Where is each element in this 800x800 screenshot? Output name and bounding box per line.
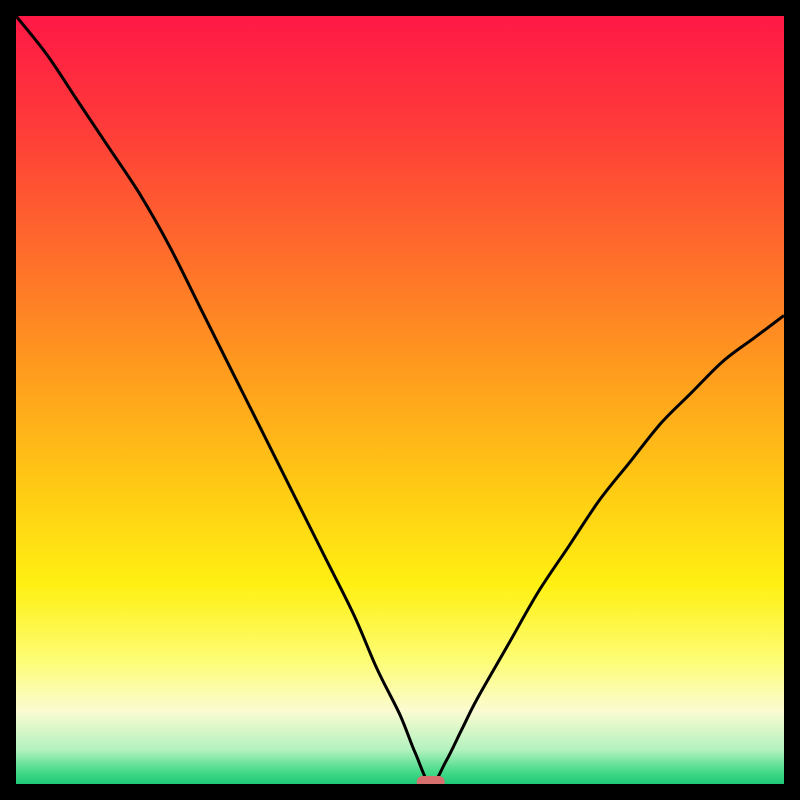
bottleneck-chart [16, 16, 784, 784]
gradient-background [16, 16, 784, 784]
axis-frame-bottom [0, 784, 800, 800]
axis-frame-left [0, 0, 16, 800]
minimum-marker [417, 776, 445, 784]
chart-frame: TheBottleneck.com [16, 16, 784, 784]
